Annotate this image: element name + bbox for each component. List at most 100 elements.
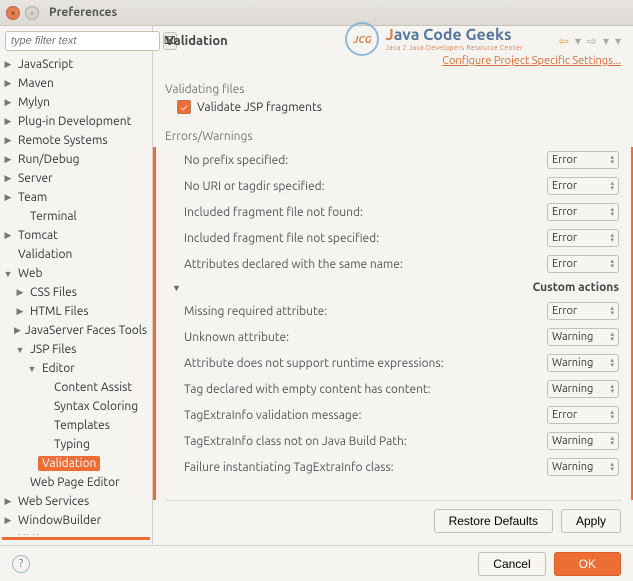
- severity-select[interactable]: Error▴▾: [547, 229, 619, 247]
- configure-project-link[interactable]: Configure Project Specific Settings...: [442, 55, 621, 67]
- setting-label: No prefix specified:: [184, 154, 288, 167]
- setting-row: Attribute does not support runtime expre…: [168, 350, 619, 376]
- tree-item[interactable]: ▶Remote Systems: [2, 131, 150, 150]
- tree-item[interactable]: ▼JSP Files: [2, 340, 150, 359]
- severity-select[interactable]: Warning▴▾: [547, 458, 619, 476]
- chevron-icon: ▶: [2, 192, 14, 203]
- chevron-icon: ▶: [14, 287, 26, 298]
- setting-row: Attributes declared with the same name: E…: [168, 251, 619, 277]
- tree-item[interactable]: ▶Tomcat: [2, 226, 150, 245]
- severity-select[interactable]: Error▴▾: [547, 203, 619, 221]
- severity-select[interactable]: Error▴▾: [547, 255, 619, 273]
- preference-tree[interactable]: ▶JavaScript▶Maven▶Mylyn▶Plug-in Developm…: [2, 55, 150, 535]
- restore-defaults-button[interactable]: Restore Defaults: [434, 509, 553, 533]
- tree-item-label: Syntax Coloring: [50, 399, 142, 414]
- custom-actions-heading[interactable]: ▼Custom actions: [168, 277, 619, 298]
- tree-item[interactable]: Validation: [2, 454, 150, 473]
- setting-label: TagExtraInfo validation message:: [184, 409, 361, 422]
- setting-row: Missing required attribute:Error▴▾: [168, 298, 619, 324]
- setting-label: Attributes declared with the same name:: [184, 258, 403, 271]
- tree-item[interactable]: Content Assist: [2, 378, 150, 397]
- tree-item[interactable]: Syntax Coloring: [2, 397, 150, 416]
- tree-item[interactable]: ▶WindowBuilder: [2, 511, 150, 530]
- tree-item[interactable]: ▶Run/Debug: [2, 150, 150, 169]
- titlebar: × ▫ Preferences: [0, 0, 633, 26]
- tree-item[interactable]: ▶Maven: [2, 74, 150, 93]
- nav-arrows: ⇦ ▾ ⇨ ▾ ▾: [559, 34, 621, 48]
- validate-jsp-checkbox[interactable]: ✓: [177, 100, 191, 114]
- tree-item[interactable]: ▶Server: [2, 169, 150, 188]
- tree-item[interactable]: ▶HTML Files: [2, 302, 150, 321]
- tree-item-label: HTML Files: [26, 304, 93, 319]
- chevron-icon: ▶: [2, 97, 14, 108]
- setting-label: TagExtraInfo class not on Java Build Pat…: [184, 435, 407, 448]
- severity-select[interactable]: Warning▴▾: [547, 380, 619, 398]
- tree-item[interactable]: ▶CSS Files: [2, 283, 150, 302]
- setting-row: Unknown attribute: Warning▴▾: [168, 324, 619, 350]
- setting-label: Unknown attribute:: [184, 331, 289, 344]
- chevron-icon: ▶: [14, 306, 26, 317]
- tree-item-label: Validation: [38, 456, 100, 471]
- validating-files-heading: Validating files: [165, 83, 621, 96]
- chevron-icon: ▶: [2, 230, 14, 241]
- tree-item[interactable]: ▶Mylyn: [2, 93, 150, 112]
- tree-item[interactable]: ▶Plug-in Development: [2, 112, 150, 131]
- tree-item[interactable]: Terminal: [2, 207, 150, 226]
- tree-item[interactable]: Web Page Editor: [2, 473, 150, 492]
- setting-row: TagExtraInfo class not on Java Build Pat…: [168, 428, 619, 454]
- tree-item[interactable]: ▶JavaScript: [2, 55, 150, 74]
- help-icon[interactable]: ?: [12, 555, 30, 573]
- severity-select[interactable]: Error▴▾: [547, 406, 619, 424]
- ok-button[interactable]: OK: [554, 552, 621, 576]
- chevron-icon: ▶: [2, 59, 14, 70]
- tree-item-label: JavaScript: [14, 57, 77, 72]
- chevron-icon: ▶: [2, 496, 14, 507]
- severity-select[interactable]: Error▴▾: [547, 151, 619, 169]
- severity-select[interactable]: Warning▴▾: [547, 328, 619, 346]
- tree-item[interactable]: ▶Web Services: [2, 492, 150, 511]
- tree-item[interactable]: ▶XML: [2, 530, 150, 535]
- tree-item[interactable]: Validation: [2, 245, 150, 264]
- tree-item-label: Web Services: [14, 494, 93, 509]
- tree-item-label: Terminal: [26, 209, 81, 224]
- tree-item[interactable]: ▶Team: [2, 188, 150, 207]
- severity-select[interactable]: Warning▴▾: [547, 354, 619, 372]
- tree-item-label: Validation: [14, 247, 76, 262]
- tree-item-label: JSP Files: [26, 342, 80, 357]
- severity-select[interactable]: Error▴▾: [547, 302, 619, 320]
- tree-item-label: Remote Systems: [14, 133, 112, 148]
- tree-item[interactable]: ▶JavaServer Faces Tools: [2, 321, 150, 340]
- apply-button[interactable]: Apply: [561, 509, 621, 533]
- setting-row: Tag declared with empty content has cont…: [168, 376, 619, 402]
- tree-item-label: Tomcat: [14, 228, 62, 243]
- tree-item-label: CSS Files: [26, 285, 81, 300]
- close-icon[interactable]: ×: [6, 6, 20, 20]
- setting-label: Tag declared with empty content has cont…: [184, 383, 431, 396]
- severity-select[interactable]: Error▴▾: [547, 177, 619, 195]
- tree-item-label: Web: [14, 266, 47, 281]
- forward-icon[interactable]: ⇨: [587, 34, 597, 48]
- setting-row: No URI or tagdir specified:Error▴▾: [168, 173, 619, 199]
- tree-item[interactable]: ▼Web: [2, 264, 150, 283]
- page-title: Validation: [165, 34, 228, 48]
- tree-item-label: Templates: [50, 418, 114, 433]
- back-icon[interactable]: ⇦: [559, 34, 569, 48]
- tree-item-label: JavaServer Faces Tools: [21, 323, 150, 338]
- errors-warnings-heading: Errors/Warnings: [165, 130, 621, 143]
- minimize-icon[interactable]: ▫: [25, 6, 39, 20]
- menu-icon[interactable]: ▾: [615, 34, 621, 48]
- setting-row: Included fragment file not specified:Err…: [168, 225, 619, 251]
- filter-input[interactable]: [5, 31, 160, 51]
- chevron-down-icon: ▼: [172, 283, 181, 293]
- tree-item[interactable]: ▼Editor: [2, 359, 150, 378]
- tree-item[interactable]: Typing: [2, 435, 150, 454]
- chevron-icon: ▶: [14, 325, 21, 336]
- chevron-icon: ▶: [2, 534, 14, 535]
- chevron-icon: ▶: [2, 135, 14, 146]
- forward-menu-icon[interactable]: ▾: [603, 34, 609, 48]
- tree-item[interactable]: Templates: [2, 416, 150, 435]
- severity-select[interactable]: Warning▴▾: [547, 432, 619, 450]
- cancel-button[interactable]: Cancel: [478, 552, 545, 576]
- footer: ? Cancel OK: [0, 545, 633, 581]
- back-menu-icon[interactable]: ▾: [575, 34, 581, 48]
